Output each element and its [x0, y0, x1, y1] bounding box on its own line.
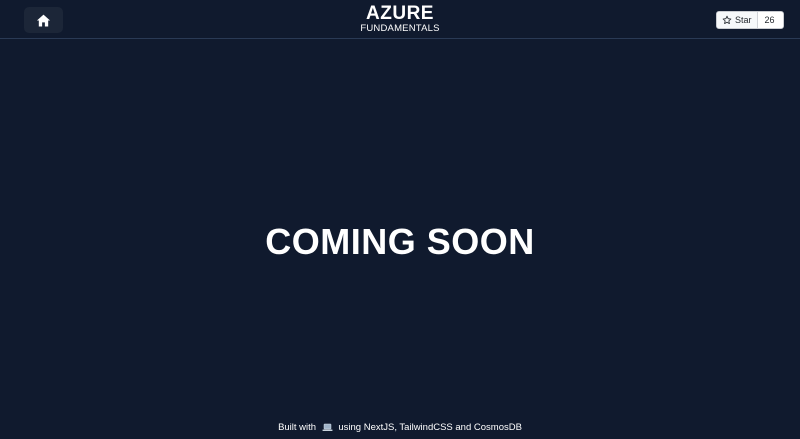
- site-subtitle: FUNDAMENTALS: [360, 23, 440, 34]
- site-logo: AZURE FUNDAMENTALS: [0, 4, 800, 34]
- star-count[interactable]: 26: [757, 12, 783, 28]
- github-star-widget: Star 26: [716, 11, 784, 29]
- footer-prefix: Built with: [278, 422, 317, 433]
- footer: Built with using NextJS, TailwindCSS and…: [0, 421, 800, 435]
- top-navbar: AZURE FUNDAMENTALS Star 26: [0, 0, 800, 39]
- home-button[interactable]: [24, 7, 63, 33]
- home-icon: [36, 13, 51, 28]
- page: AZURE FUNDAMENTALS Star 26 COMING SOON B…: [0, 0, 800, 439]
- star-icon: [722, 15, 735, 25]
- star-label: Star: [735, 15, 752, 25]
- coming-soon-heading: COMING SOON: [265, 221, 535, 262]
- footer-suffix: using NextJS, TailwindCSS and CosmosDB: [338, 422, 522, 433]
- site-title: AZURE: [366, 3, 434, 24]
- github-star-button[interactable]: Star: [717, 12, 758, 28]
- laptop-icon: [322, 423, 333, 432]
